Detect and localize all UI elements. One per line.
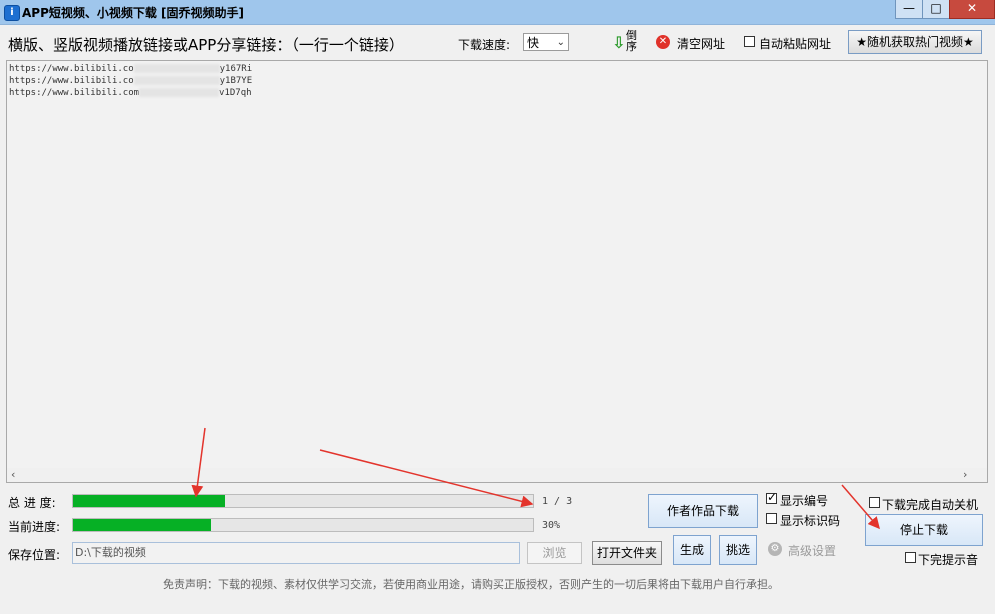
annotation-arrow xyxy=(841,484,880,530)
annotation-arrows xyxy=(191,427,880,530)
annotation-arrow xyxy=(319,449,534,508)
annotation-arrow xyxy=(191,427,206,498)
